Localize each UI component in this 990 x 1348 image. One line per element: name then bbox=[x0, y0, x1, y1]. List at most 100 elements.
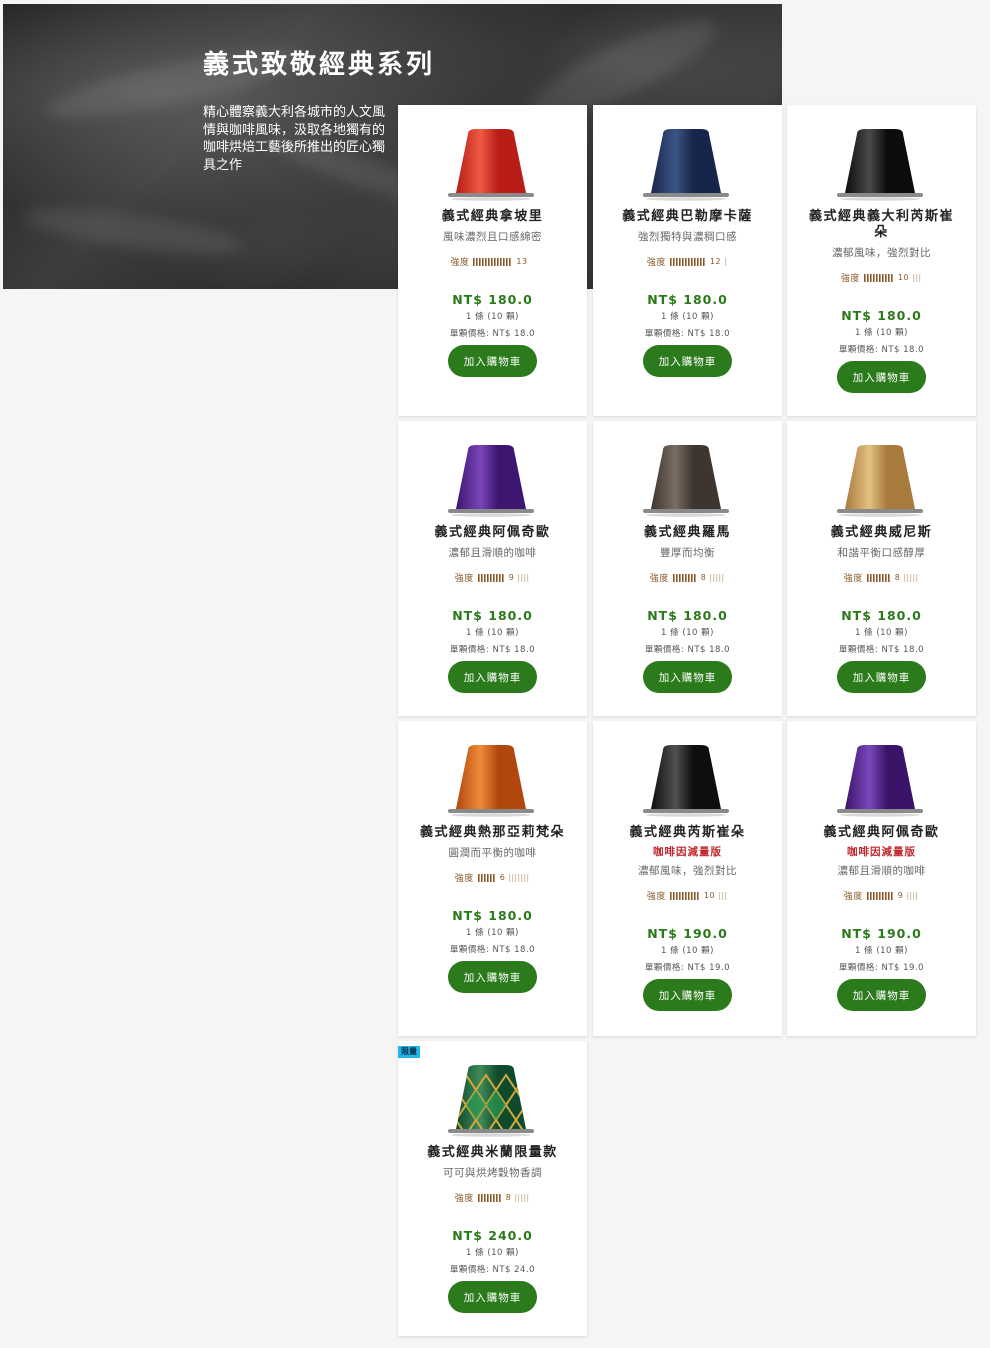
add-to-cart-button[interactable]: 加入購物車 bbox=[837, 661, 926, 693]
product-description: 豐厚而均衡 bbox=[660, 547, 715, 559]
product-description: 強烈獨特與濃稠口感 bbox=[638, 231, 737, 243]
product-card[interactable]: 義式經典威尼斯 和諧平衡口感醇厚 強度 8 NT$ 180.0 1 條 (10 … bbox=[787, 421, 976, 716]
capsule-image[interactable] bbox=[787, 105, 976, 209]
intensity-bar-empty bbox=[524, 573, 526, 582]
product-card[interactable]: 義式經典義大利芮斯崔朵 濃郁風味，強烈對比 強度 10 NT$ 180.0 1 … bbox=[787, 105, 976, 416]
add-to-cart-button[interactable]: 加入購物車 bbox=[837, 979, 926, 1011]
intensity-bar-empty bbox=[527, 573, 529, 582]
intensity-bar-empty bbox=[515, 873, 517, 882]
capsule-image[interactable] bbox=[787, 721, 976, 825]
product-quantity: 1 條 (10 顆) bbox=[466, 628, 519, 638]
intensity-bar-filled bbox=[501, 573, 504, 582]
capsule-image[interactable]: 限量 bbox=[398, 1041, 587, 1145]
intensity-bar-empty bbox=[524, 873, 526, 882]
intensity-row: 強度 8 bbox=[398, 1191, 587, 1204]
intensity-value: 12 bbox=[709, 257, 722, 266]
product-card[interactable]: 義式經典羅馬 豐厚而均衡 強度 8 NT$ 180.0 1 條 (10 顆) 單… bbox=[593, 421, 782, 716]
capsule-image[interactable] bbox=[593, 105, 782, 209]
add-to-cart-button[interactable]: 加入購物車 bbox=[448, 345, 537, 377]
intensity-bar-filled bbox=[872, 891, 875, 900]
intensity-row: 強度 9 bbox=[398, 571, 587, 584]
product-card[interactable]: 義式經典巴勒摩卡薩 強烈獨特與濃稠口感 強度 12 NT$ 180.0 1 條 … bbox=[593, 105, 782, 416]
product-name[interactable]: 義式經典阿佩奇歐 bbox=[418, 525, 568, 541]
intensity-bar-empty bbox=[527, 873, 529, 882]
capsule-image[interactable] bbox=[593, 721, 782, 825]
hero-description: 精心體察義大利各城市的人文風情與咖啡風味，汲取各地獨有的咖啡烘焙工藝後所推出的匠… bbox=[203, 105, 386, 173]
product-description: 濃郁風味，強烈對比 bbox=[832, 247, 931, 259]
add-to-cart-button[interactable]: 加入購物車 bbox=[643, 661, 732, 693]
add-to-cart-button[interactable]: 加入購物車 bbox=[837, 361, 926, 393]
intensity-bar-filled bbox=[869, 891, 872, 900]
product-quantity: 1 條 (10 顆) bbox=[855, 328, 908, 338]
unit-price: 單顆價格: NT$ 18.0 bbox=[644, 645, 731, 655]
intensity-bar-empty bbox=[919, 273, 921, 282]
product-quantity: 1 條 (10 顆) bbox=[466, 312, 519, 322]
intensity-bar-empty bbox=[722, 891, 724, 900]
product-name[interactable]: 義式經典威尼斯 bbox=[807, 525, 957, 541]
intensity-value: 9 bbox=[508, 573, 515, 582]
intensity-bar-empty bbox=[518, 573, 520, 582]
unit-price: 單顆價格: NT$ 24.0 bbox=[449, 1265, 536, 1275]
intensity-label: 強度 bbox=[646, 258, 666, 268]
intensity-bar-empty bbox=[916, 891, 918, 900]
product-name[interactable]: 義式經典米蘭限量款 bbox=[418, 1145, 568, 1161]
intensity-remaining-bars bbox=[518, 573, 529, 582]
product-name[interactable]: 義式經典羅馬 bbox=[613, 525, 763, 541]
intensity-bar-filled bbox=[684, 891, 687, 900]
product-card[interactable]: 義式經典拿坡里 風味濃烈且口感綿密 強度 13 NT$ 180.0 1 條 (1… bbox=[398, 105, 587, 416]
intensity-bar-empty bbox=[904, 573, 906, 582]
capsule-image[interactable] bbox=[787, 421, 976, 525]
product-price: NT$ 180.0 bbox=[452, 908, 533, 923]
product-price: NT$ 180.0 bbox=[647, 608, 728, 623]
add-to-cart-button[interactable]: 加入購物車 bbox=[643, 345, 732, 377]
intensity-bars bbox=[477, 873, 495, 882]
intensity-label: 強度 bbox=[840, 274, 860, 284]
coffee-capsule-icon bbox=[643, 745, 729, 817]
intensity-bar-empty bbox=[719, 891, 721, 900]
intensity-bar-filled bbox=[681, 891, 684, 900]
intensity-bar-filled bbox=[684, 573, 687, 582]
product-name[interactable]: 義式經典阿佩奇歐 bbox=[807, 825, 957, 841]
intensity-bar-filled bbox=[684, 257, 687, 266]
add-to-cart-button[interactable]: 加入購物車 bbox=[448, 1281, 537, 1313]
intensity-bar-empty bbox=[716, 573, 718, 582]
product-quantity: 1 條 (10 顆) bbox=[661, 946, 714, 956]
capsule-image[interactable] bbox=[398, 105, 587, 209]
intensity-bar-filled bbox=[495, 1193, 498, 1202]
capsule-image[interactable] bbox=[593, 421, 782, 525]
intensity-value: 8 bbox=[505, 1193, 512, 1202]
intensity-bar-filled bbox=[672, 573, 675, 582]
product-name[interactable]: 義式經典拿坡里 bbox=[418, 209, 568, 225]
product-name[interactable]: 義式經典熱那亞莉梵朵 bbox=[418, 825, 568, 841]
intensity-bar-filled bbox=[497, 257, 500, 266]
intensity-bars bbox=[473, 257, 512, 266]
intensity-row: 強度 10 bbox=[787, 271, 976, 284]
intensity-bar-filled bbox=[675, 891, 678, 900]
add-to-cart-button[interactable]: 加入購物車 bbox=[448, 961, 537, 993]
intensity-bar-filled bbox=[687, 891, 690, 900]
capsule-image[interactable] bbox=[398, 421, 587, 525]
product-name[interactable]: 義式經典芮斯崔朵 bbox=[613, 825, 763, 841]
intensity-bar-filled bbox=[681, 257, 684, 266]
product-name[interactable]: 義式經典巴勒摩卡薩 bbox=[613, 209, 763, 225]
product-card[interactable]: 義式經典芮斯崔朵 咖啡因減量版 濃郁風味，強烈對比 強度 10 NT$ 190.… bbox=[593, 721, 782, 1036]
product-card[interactable]: 義式經典阿佩奇歐 咖啡因減量版 濃郁且滑順的咖啡 強度 9 NT$ 190.0 … bbox=[787, 721, 976, 1036]
intensity-bar-filled bbox=[887, 891, 890, 900]
product-description: 濃郁且滑順的咖啡 bbox=[837, 865, 926, 877]
unit-price: 單顆價格: NT$ 18.0 bbox=[838, 345, 925, 355]
intensity-bar-filled bbox=[881, 891, 884, 900]
product-name[interactable]: 義式經典義大利芮斯崔朵 bbox=[807, 209, 957, 241]
intensity-bar-empty bbox=[719, 573, 721, 582]
add-to-cart-button[interactable]: 加入購物車 bbox=[643, 979, 732, 1011]
intensity-bar-filled bbox=[693, 573, 696, 582]
product-card[interactable]: 義式經典阿佩奇歐 濃郁且滑順的咖啡 強度 9 NT$ 180.0 1 條 (10… bbox=[398, 421, 587, 716]
product-card[interactable]: 限量 義式經典米蘭限量款 可可與烘烤穀物香調 強度 8 NT$ 240.0 1 … bbox=[398, 1041, 587, 1336]
intensity-row: 強度 8 bbox=[593, 571, 782, 584]
product-card[interactable]: 義式經典熱那亞莉梵朵 圓潤而平衡的咖啡 強度 6 NT$ 180.0 1 條 (… bbox=[398, 721, 587, 1036]
add-to-cart-button[interactable]: 加入購物車 bbox=[448, 661, 537, 693]
intensity-remaining-bars bbox=[725, 257, 727, 266]
intensity-bar-empty bbox=[509, 873, 511, 882]
capsule-image[interactable] bbox=[398, 721, 587, 825]
intensity-bar-filled bbox=[884, 273, 887, 282]
product-price: NT$ 180.0 bbox=[452, 292, 533, 307]
